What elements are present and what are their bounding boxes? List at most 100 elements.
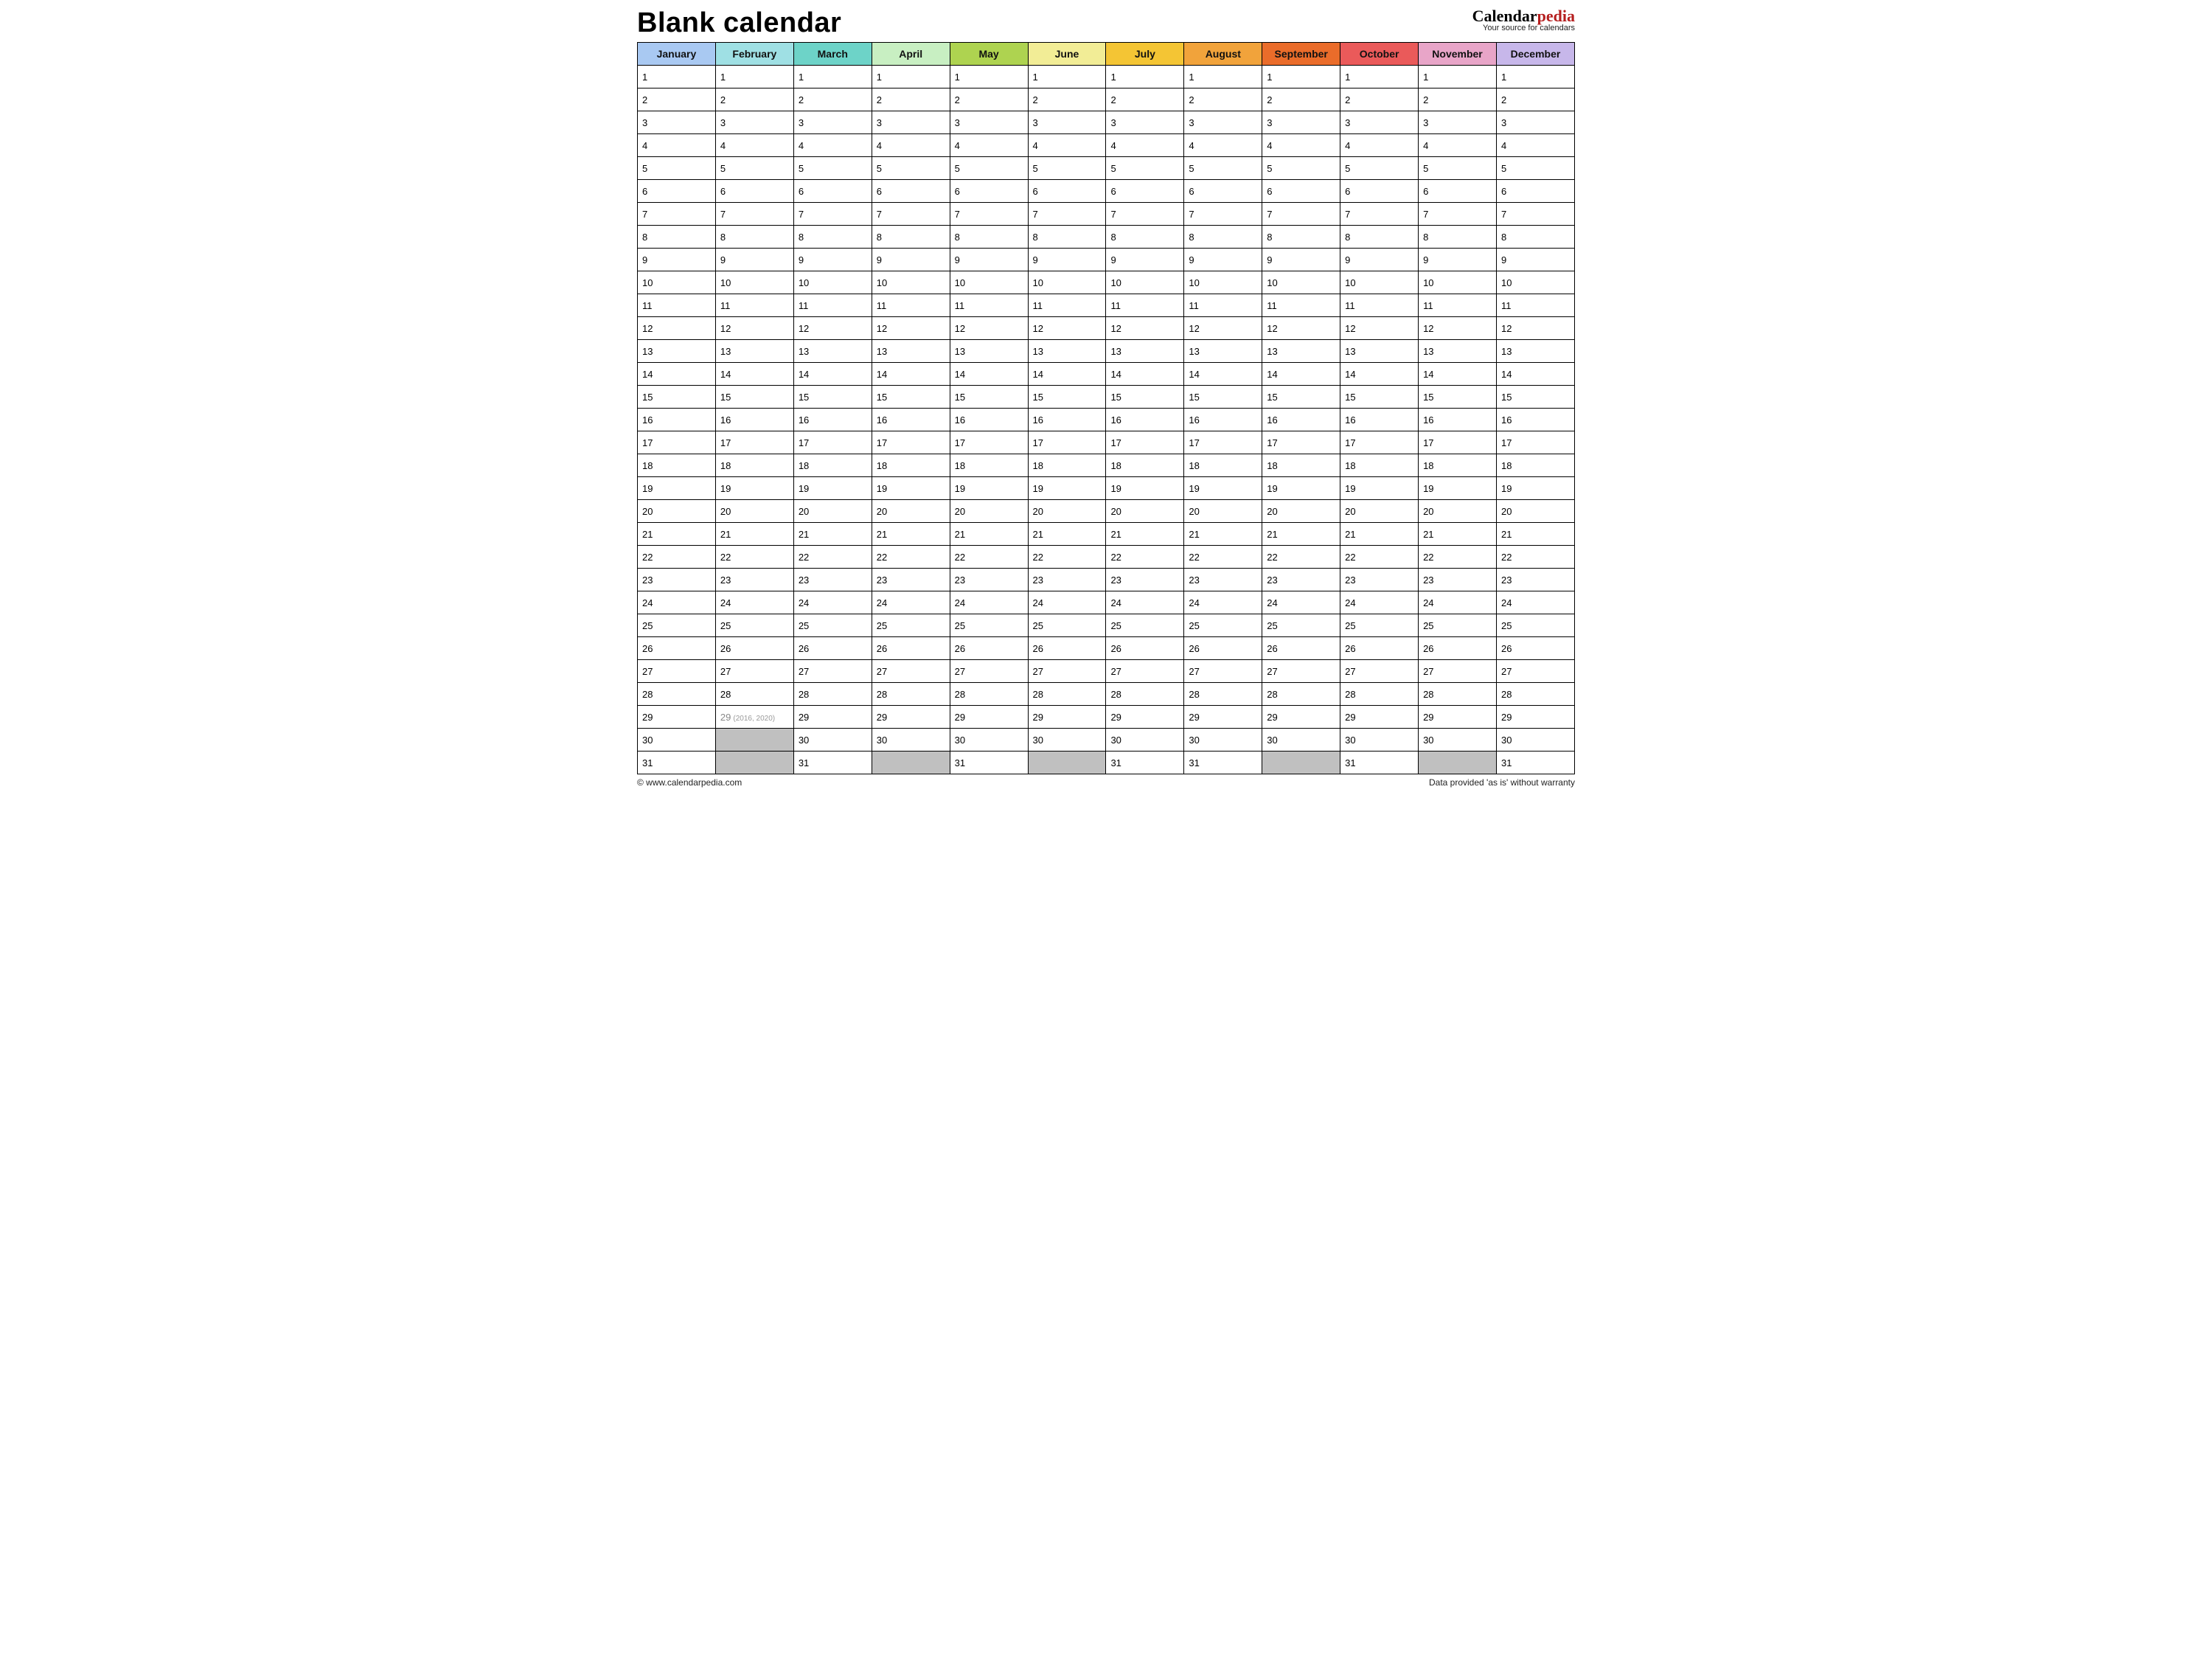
day-cell: 8 bbox=[1262, 226, 1340, 249]
day-cell: 14 bbox=[1340, 363, 1419, 386]
table-row: 191919191919191919191919 bbox=[638, 477, 1575, 500]
day-cell: 1 bbox=[1496, 66, 1574, 88]
day-cell: 27 bbox=[1419, 660, 1497, 683]
day-cell: 14 bbox=[1262, 363, 1340, 386]
day-cell: 1 bbox=[1419, 66, 1497, 88]
day-cell: 30 bbox=[1262, 729, 1340, 752]
page-title: Blank calendar bbox=[637, 7, 841, 39]
day-cell: 22 bbox=[1496, 546, 1574, 569]
day-cell: 29 bbox=[950, 706, 1028, 729]
day-cell: 29 bbox=[1419, 706, 1497, 729]
day-cell: 27 bbox=[1262, 660, 1340, 683]
day-cell: 15 bbox=[1028, 386, 1106, 409]
feb29-note: (2016, 2020) bbox=[733, 715, 775, 723]
day-cell: 16 bbox=[715, 409, 793, 431]
table-row: 111111111111 bbox=[638, 66, 1575, 88]
day-cell: 9 bbox=[1340, 249, 1419, 271]
day-cell: 10 bbox=[793, 271, 872, 294]
day-cell: 1 bbox=[1184, 66, 1262, 88]
day-cell: 21 bbox=[1262, 523, 1340, 546]
day-cell: 10 bbox=[872, 271, 950, 294]
month-header: September bbox=[1262, 43, 1340, 66]
day-cell: 18 bbox=[872, 454, 950, 477]
day-cell: 21 bbox=[638, 523, 716, 546]
day-cell: 7 bbox=[715, 203, 793, 226]
day-cell: 16 bbox=[1028, 409, 1106, 431]
day-cell: 25 bbox=[1184, 614, 1262, 637]
day-cell: 19 bbox=[1419, 477, 1497, 500]
day-cell: 18 bbox=[1106, 454, 1184, 477]
day-cell: 10 bbox=[1184, 271, 1262, 294]
day-cell: 19 bbox=[1106, 477, 1184, 500]
day-cell: 12 bbox=[638, 317, 716, 340]
day-cell: 12 bbox=[1419, 317, 1497, 340]
day-cell: 28 bbox=[1496, 683, 1574, 706]
day-cell: 30 bbox=[1106, 729, 1184, 752]
day-cell: 2 bbox=[1262, 88, 1340, 111]
brand-name-part2: pedia bbox=[1537, 7, 1575, 25]
table-row: 101010101010101010101010 bbox=[638, 271, 1575, 294]
day-cell: 5 bbox=[1028, 157, 1106, 180]
day-cell: 13 bbox=[1340, 340, 1419, 363]
day-cell: 4 bbox=[1496, 134, 1574, 157]
day-cell: 24 bbox=[1184, 591, 1262, 614]
day-cell: 15 bbox=[1106, 386, 1184, 409]
day-cell: 18 bbox=[715, 454, 793, 477]
day-cell: 14 bbox=[1028, 363, 1106, 386]
day-cell: 4 bbox=[1106, 134, 1184, 157]
day-cell: 11 bbox=[793, 294, 872, 317]
month-header: February bbox=[715, 43, 793, 66]
day-cell: 14 bbox=[1496, 363, 1574, 386]
day-cell: 13 bbox=[1496, 340, 1574, 363]
day-cell: 3 bbox=[638, 111, 716, 134]
day-cell: 19 bbox=[872, 477, 950, 500]
day-cell: 11 bbox=[1419, 294, 1497, 317]
day-cell: 30 bbox=[950, 729, 1028, 752]
table-row: 131313131313131313131313 bbox=[638, 340, 1575, 363]
table-row: 181818181818181818181818 bbox=[638, 454, 1575, 477]
day-cell: 28 bbox=[1106, 683, 1184, 706]
day-cell: 6 bbox=[1496, 180, 1574, 203]
day-cell: 17 bbox=[1262, 431, 1340, 454]
day-cell: 10 bbox=[638, 271, 716, 294]
day-cell: 4 bbox=[715, 134, 793, 157]
day-cell: 7 bbox=[1419, 203, 1497, 226]
day-cell: 11 bbox=[1340, 294, 1419, 317]
day-cell: 2 bbox=[1419, 88, 1497, 111]
day-cell: 16 bbox=[638, 409, 716, 431]
day-cell: 16 bbox=[1419, 409, 1497, 431]
day-cell bbox=[1028, 752, 1106, 774]
day-cell: 29 bbox=[793, 706, 872, 729]
day-cell: 31 bbox=[638, 752, 716, 774]
day-cell: 26 bbox=[1106, 637, 1184, 660]
day-cell: 27 bbox=[1340, 660, 1419, 683]
day-cell: 13 bbox=[1262, 340, 1340, 363]
day-cell: 13 bbox=[1106, 340, 1184, 363]
day-cell: 17 bbox=[793, 431, 872, 454]
day-cell: 28 bbox=[950, 683, 1028, 706]
day-cell: 15 bbox=[715, 386, 793, 409]
day-cell: 25 bbox=[715, 614, 793, 637]
day-cell: 2 bbox=[1496, 88, 1574, 111]
day-cell: 9 bbox=[1262, 249, 1340, 271]
day-cell: 9 bbox=[1028, 249, 1106, 271]
day-cell: 23 bbox=[793, 569, 872, 591]
day-cell: 21 bbox=[793, 523, 872, 546]
day-cell: 4 bbox=[1028, 134, 1106, 157]
day-cell: 30 bbox=[1419, 729, 1497, 752]
day-cell: 5 bbox=[1262, 157, 1340, 180]
day-cell: 27 bbox=[1106, 660, 1184, 683]
day-cell: 26 bbox=[1262, 637, 1340, 660]
day-cell: 4 bbox=[1262, 134, 1340, 157]
day-cell: 22 bbox=[1028, 546, 1106, 569]
day-cell: 6 bbox=[1262, 180, 1340, 203]
table-row: 242424242424242424242424 bbox=[638, 591, 1575, 614]
day-cell: 4 bbox=[793, 134, 872, 157]
day-cell: 28 bbox=[1184, 683, 1262, 706]
day-cell: 2 bbox=[1106, 88, 1184, 111]
day-cell: 17 bbox=[1340, 431, 1419, 454]
day-cell: 25 bbox=[1028, 614, 1106, 637]
day-cell: 20 bbox=[1028, 500, 1106, 523]
day-cell: 28 bbox=[793, 683, 872, 706]
day-cell: 13 bbox=[1419, 340, 1497, 363]
